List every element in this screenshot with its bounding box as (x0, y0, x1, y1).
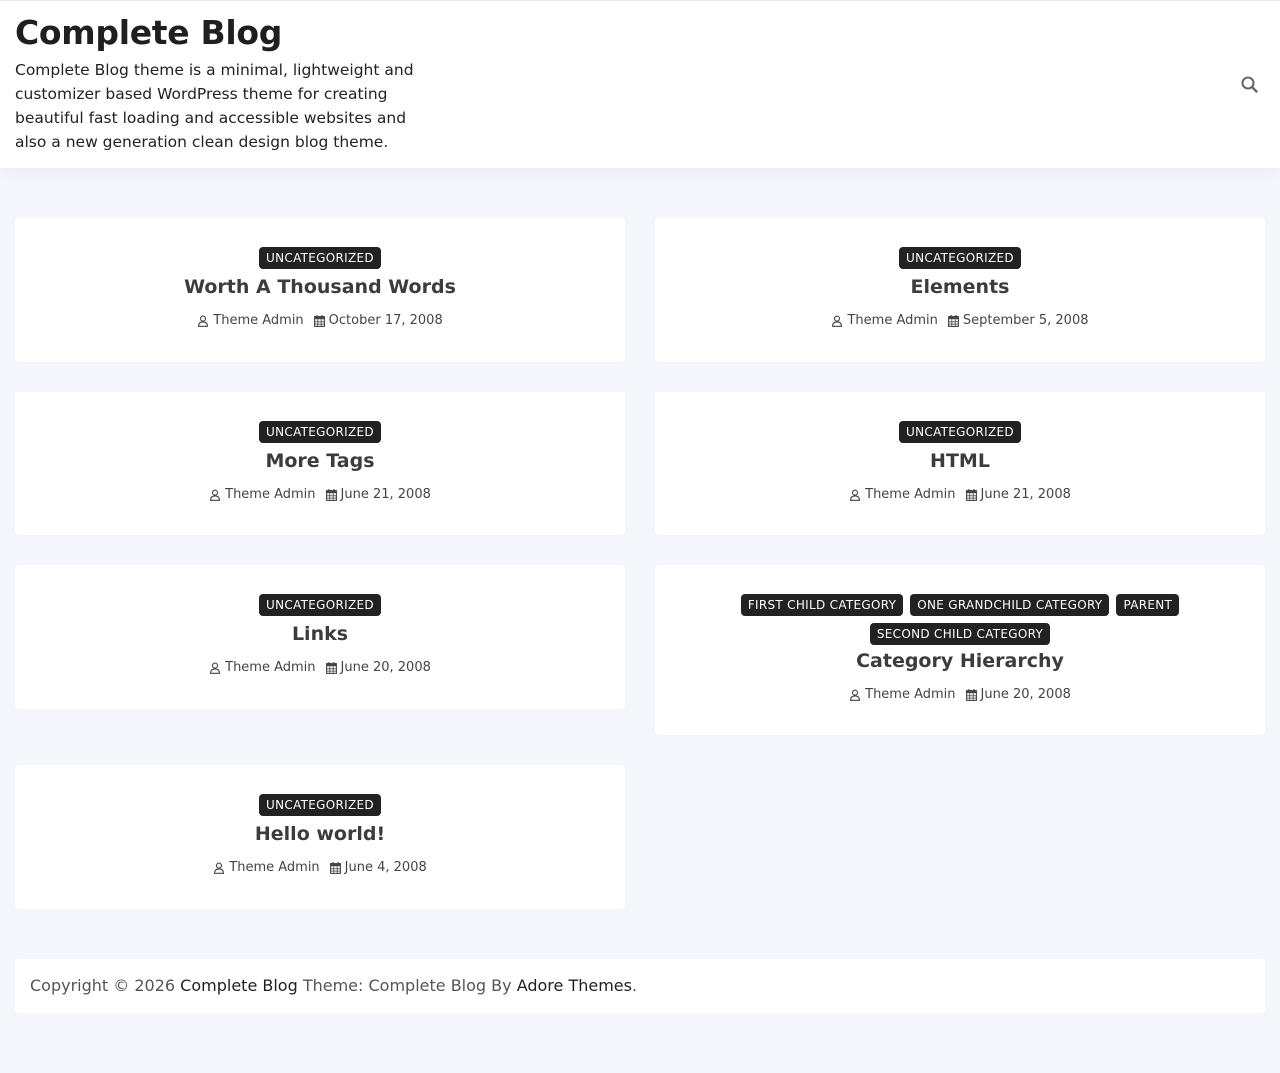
category-badge[interactable]: UNCATEGORIZED (899, 421, 1021, 443)
post-categories: UNCATEGORIZED (655, 421, 1265, 443)
user-icon (850, 689, 861, 701)
author-name: Theme Admin (213, 313, 304, 328)
post-date[interactable]: October 17, 2008 (313, 313, 443, 328)
post-date[interactable]: September 5, 2008 (947, 313, 1089, 328)
site-footer: Copyright © 2026 Complete Blog Theme: Co… (15, 959, 1265, 1013)
post-meta: Theme Admin June 20, 2008 (15, 660, 625, 675)
calendar-icon (313, 314, 325, 327)
category-badge[interactable]: UNCATEGORIZED (259, 247, 381, 269)
author-name: Theme Admin (865, 487, 956, 502)
author-name: Theme Admin (847, 313, 938, 328)
post-author[interactable]: Theme Admin (213, 860, 320, 875)
post-author[interactable]: Theme Admin (849, 487, 956, 502)
post-categories: UNCATEGORIZED (15, 594, 625, 616)
site-description: Complete Blog theme is a minimal, lightw… (15, 61, 414, 151)
post-meta: Theme Admin October 17, 2008 (15, 313, 625, 328)
post-card: UNCATEGORIZED Hello world! Theme Admin J… (15, 765, 625, 909)
category-badge[interactable]: UNCATEGORIZED (899, 247, 1021, 269)
post-meta: Theme Admin June 21, 2008 (15, 487, 625, 502)
post-categories: UNCATEGORIZED (655, 247, 1265, 269)
post-title[interactable]: Hello world! (15, 823, 625, 845)
post-title[interactable]: More Tags (15, 450, 625, 472)
post-card: UNCATEGORIZED Links Theme Admin June 20,… (15, 565, 625, 709)
post-meta: Theme Admin June 21, 2008 (655, 487, 1265, 502)
category-badge[interactable]: UNCATEGORIZED (259, 594, 381, 616)
user-icon (210, 662, 221, 674)
post-title[interactable]: HTML (655, 450, 1265, 472)
category-badge[interactable]: UNCATEGORIZED (259, 421, 381, 443)
post-author[interactable]: Theme Admin (197, 313, 304, 328)
post-date[interactable]: June 4, 2008 (329, 860, 427, 875)
site-header: Complete Blog Complete Blog theme is a m… (0, 0, 1280, 168)
category-badge[interactable]: FIRST CHILD CATEGORY (740, 594, 904, 616)
author-name: Theme Admin (225, 487, 316, 502)
date-text: September 5, 2008 (962, 313, 1089, 328)
category-badge[interactable]: PARENT (1116, 594, 1180, 616)
date-text: June 21, 2008 (980, 487, 1071, 502)
footer-site-link[interactable]: Complete Blog (180, 976, 298, 995)
post-card: UNCATEGORIZED HTML Theme Admin June 21, … (655, 392, 1265, 535)
post-meta: Theme Admin June 20, 2008 (655, 687, 1265, 702)
post-meta: Theme Admin September 5, 2008 (655, 313, 1265, 328)
post-author[interactable]: Theme Admin (209, 660, 316, 675)
post-categories: UNCATEGORIZED (15, 247, 625, 269)
calendar-icon (947, 314, 959, 327)
copyright-text: Copyright © 2026 (30, 976, 176, 995)
post-title[interactable]: Elements (655, 276, 1265, 298)
category-badge[interactable]: ONE GRANDCHILD CATEGORY (910, 594, 1110, 616)
site-title[interactable]: Complete Blog (15, 13, 282, 52)
search-icon (1241, 76, 1258, 93)
date-text: June 20, 2008 (340, 660, 431, 675)
search-button[interactable] (1239, 74, 1261, 96)
user-icon (850, 489, 861, 501)
post-date[interactable]: June 21, 2008 (325, 487, 431, 502)
category-badge[interactable]: UNCATEGORIZED (259, 794, 381, 816)
user-icon (210, 489, 221, 501)
date-text: October 17, 2008 (328, 313, 443, 328)
post-title[interactable]: Worth A Thousand Words (15, 276, 625, 298)
post-categories: UNCATEGORIZED (15, 794, 625, 816)
user-icon (198, 315, 209, 327)
post-card: FIRST CHILD CATEGORY ONE GRANDCHILD CATE… (655, 565, 1265, 735)
post-title[interactable]: Links (15, 623, 625, 645)
date-text: June 4, 2008 (344, 860, 427, 875)
post-date[interactable]: June 20, 2008 (325, 660, 431, 675)
calendar-icon (325, 661, 337, 674)
post-author[interactable]: Theme Admin (831, 313, 938, 328)
post-author[interactable]: Theme Admin (209, 487, 316, 502)
date-text: June 20, 2008 (980, 687, 1071, 702)
footer-suffix: . (631, 976, 638, 995)
calendar-icon (965, 488, 977, 501)
author-name: Theme Admin (225, 660, 316, 675)
post-card: UNCATEGORIZED Elements Theme Admin Septe… (655, 218, 1265, 362)
post-date[interactable]: June 20, 2008 (965, 687, 1071, 702)
post-date[interactable]: June 21, 2008 (965, 487, 1071, 502)
date-text: June 21, 2008 (340, 487, 431, 502)
calendar-icon (965, 688, 977, 701)
footer-author-link[interactable]: Adore Themes (517, 976, 632, 995)
calendar-icon (325, 488, 337, 501)
author-name: Theme Admin (865, 687, 956, 702)
user-icon (214, 862, 225, 874)
post-meta: Theme Admin June 4, 2008 (15, 860, 625, 875)
calendar-icon (329, 861, 341, 874)
category-badge[interactable]: SECOND CHILD CATEGORY (869, 623, 1051, 645)
post-card: UNCATEGORIZED More Tags Theme Admin June… (15, 392, 625, 535)
post-categories: FIRST CHILD CATEGORY ONE GRANDCHILD CATE… (655, 594, 1265, 645)
theme-credit-text: Theme: Complete Blog By (302, 976, 512, 995)
post-author[interactable]: Theme Admin (849, 687, 956, 702)
user-icon (832, 315, 843, 327)
post-categories: UNCATEGORIZED (15, 421, 625, 443)
author-name: Theme Admin (229, 860, 320, 875)
post-card: UNCATEGORIZED Worth A Thousand Words The… (15, 218, 625, 362)
post-title[interactable]: Category Hierarchy (655, 650, 1265, 672)
